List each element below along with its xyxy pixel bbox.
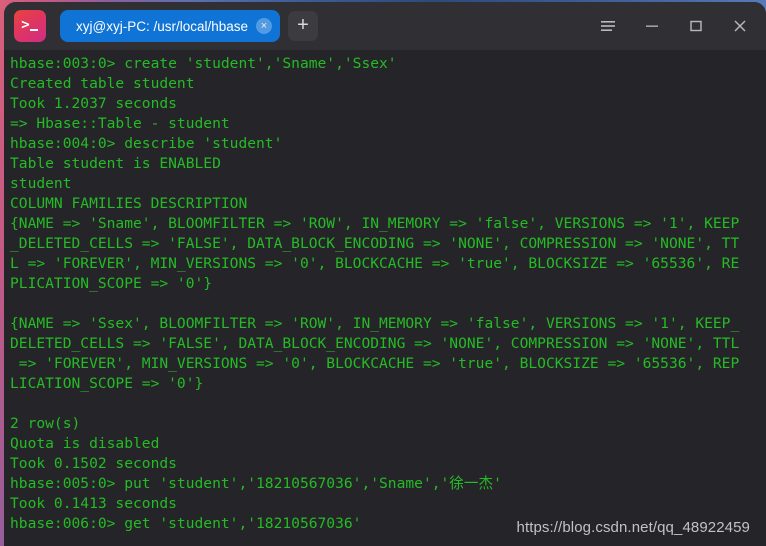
- terminal-window: > xyj@xyj-PC: /usr/local/hbase × + hbase…: [4, 2, 766, 546]
- tab-strip: xyj@xyj-PC: /usr/local/hbase × +: [60, 10, 319, 42]
- window-controls: [586, 2, 762, 50]
- tab-label: xyj@xyj-PC: /usr/local/hbase: [76, 18, 249, 34]
- terminal-prompt-icon: >: [14, 10, 46, 42]
- csdn-watermark: https://blog.csdn.net/qq_48922459: [516, 519, 750, 536]
- tab-hbase-session[interactable]: xyj@xyj-PC: /usr/local/hbase ×: [60, 10, 281, 42]
- maximize-icon[interactable]: [674, 2, 718, 50]
- hamburger-menu-icon[interactable]: [586, 2, 630, 50]
- new-tab-button[interactable]: +: [288, 11, 319, 41]
- minimize-icon[interactable]: [630, 2, 674, 50]
- close-icon[interactable]: ×: [256, 18, 273, 34]
- title-bar: > xyj@xyj-PC: /usr/local/hbase × +: [4, 2, 766, 50]
- close-icon[interactable]: [718, 2, 762, 50]
- terminal-text: hbase:003:0> create 'student','Sname','S…: [10, 55, 740, 532]
- terminal-output-area[interactable]: hbase:003:0> create 'student','Sname','S…: [4, 50, 766, 546]
